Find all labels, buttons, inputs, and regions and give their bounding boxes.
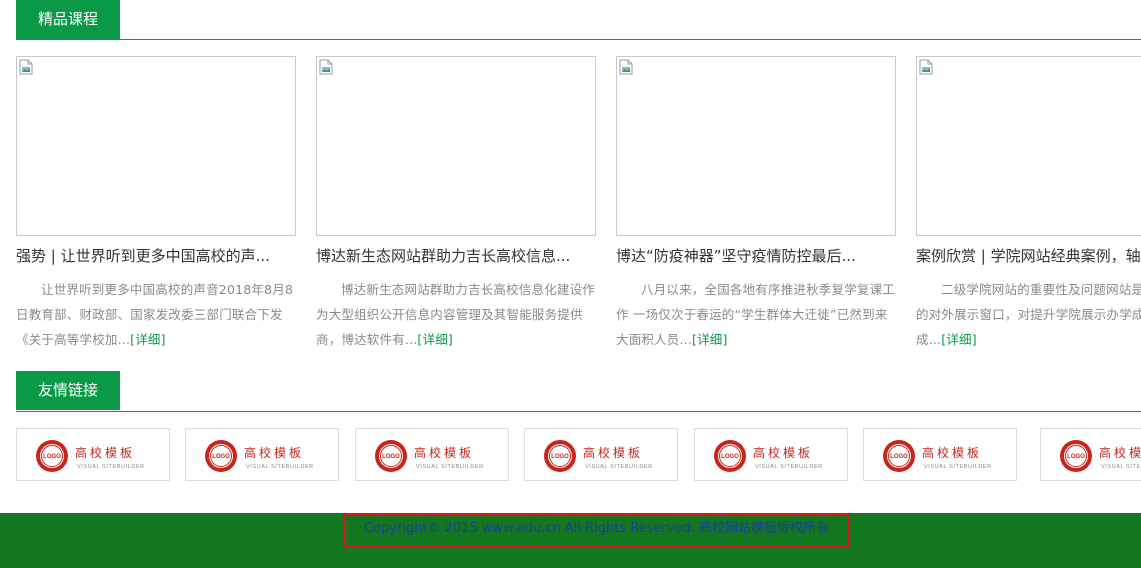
links-section-title: 友情链接 <box>16 371 120 410</box>
course-thumbnail[interactable] <box>916 56 1141 236</box>
partner-logo-link[interactable]: LOGO 高校模板 VISUAL SITEBUILDER <box>355 428 509 481</box>
course-title[interactable]: 博达“防疫神器”坚守疫情防控最后... <box>616 245 896 267</box>
footer-copyright: Copyright© 2015 www.edu.cn All Rights Re… <box>344 513 849 548</box>
logo-main-text: 高校模板 <box>244 445 304 460</box>
course-card[interactable]: 博达新生态网站群助力吉长高校信息... 博达新生态网站群助力吉长高校信息化建设作… <box>316 56 596 356</box>
logo-sub-text: VISUAL SITEBUILDER <box>416 464 484 470</box>
logo-seal-text: LOGO <box>551 454 569 460</box>
school-logo-image: LOGO 高校模板 VISUAL SITEBUILDER <box>36 440 145 472</box>
broken-image-icon <box>319 59 333 75</box>
logo-sub-text: VISUAL SITEBUILDER <box>924 464 992 470</box>
broken-image-icon <box>19 59 33 75</box>
course-thumbnail[interactable] <box>616 56 896 236</box>
course-desc: 二级学院网站的重要性及问题网站是学院重要的对外展示窗口，对提升学院展示办学成就和… <box>916 277 1141 352</box>
course-title[interactable]: 案例欣赏 | 学院网站经典案例，轴 <box>916 245 1141 267</box>
logo-main-text: 高校模板 <box>414 445 474 460</box>
logo-sub-text: VISUAL SITEBUILDER <box>77 464 145 470</box>
school-logo-image: LOGO 高校模板 VISUAL SITEBUILDER <box>1060 440 1141 472</box>
school-logo-image: LOGO 高校模板 VISUAL SITEBUILDER <box>883 440 992 472</box>
courses-section-header: 精品课程 <box>16 0 1141 40</box>
course-title[interactable]: 博达新生态网站群助力吉长高校信息... <box>316 245 596 267</box>
partner-logo-link[interactable]: LOGO 高校模板 VISUAL SITEBUILDER <box>524 428 678 481</box>
partner-logo-link[interactable]: LOGO 高校模板 VISUAL SITEBUILDER <box>694 428 848 481</box>
school-logo-image: LOGO 高校模板 VISUAL SITEBUILDER <box>544 440 653 472</box>
logo-sub-text: VISUAL SITEBUILDER <box>585 464 653 470</box>
course-title[interactable]: 强势 | 让世界听到更多中国高校的声... <box>16 245 296 267</box>
course-desc: 让世界听到更多中国高校的声音2018年8月8日教育部、财政部、国家发改委三部门联… <box>16 277 296 352</box>
school-logo-image: LOGO 高校模板 VISUAL SITEBUILDER <box>205 440 314 472</box>
course-card[interactable]: 强势 | 让世界听到更多中国高校的声... 让世界听到更多中国高校的声音2018… <box>16 56 296 356</box>
partner-logo-link[interactable]: LOGO 高校模板 VISUAL SITEBUILDER <box>185 428 339 481</box>
course-card[interactable]: 案例欣赏 | 学院网站经典案例，轴 二级学院网站的重要性及问题网站是学院重要的对… <box>916 56 1141 356</box>
broken-image-icon <box>919 59 933 75</box>
logo-seal-text: LOGO <box>382 454 400 460</box>
logo-sub-text: VISUAL SITEBUILDER <box>1101 464 1141 470</box>
logo-seal-text: LOGO <box>721 454 739 460</box>
logo-seal-text: LOGO <box>43 454 61 460</box>
school-logo-image: LOGO 高校模板 VISUAL SITEBUILDER <box>714 440 823 472</box>
copyright-text: Copyright© 2015 www.edu.cn All Rights Re… <box>363 521 829 536</box>
course-desc: 八月以来，全国各地有序推进秋季复学复课工作 一场仅次于春运的“学生群体大迁徙”已… <box>616 277 896 352</box>
partner-logo-link[interactable]: LOGO 高校模板 VISUAL SITEBUILDER <box>863 428 1017 481</box>
logo-main-text: 高校模板 <box>583 445 643 460</box>
logo-seal-text: LOGO <box>1067 454 1085 460</box>
course-thumbnail[interactable] <box>316 56 596 236</box>
course-desc-text: 博达新生态网站群助力吉长高校信息化建设作为大型组织公开信息内容管理及其智能服务提… <box>316 282 596 347</box>
courses-section-title: 精品课程 <box>16 0 120 39</box>
broken-image-icon <box>619 59 633 75</box>
course-card[interactable]: 博达“防疫神器”坚守疫情防控最后... 八月以来，全国各地有序推进秋季复学复课工… <box>616 56 896 356</box>
partner-logo-link[interactable]: LOGO 高校模板 VISUAL SITEBUILDER <box>1040 428 1141 481</box>
logo-main-text: 高校模板 <box>1099 445 1141 460</box>
course-detail-link[interactable]: [详细] <box>130 332 166 347</box>
logo-seal-text: LOGO <box>890 454 908 460</box>
course-desc-text: 八月以来，全国各地有序推进秋季复学复课工作 一场仅次于春运的“学生群体大迁徙”已… <box>616 282 896 347</box>
course-thumbnail[interactable] <box>16 56 296 236</box>
links-section-header: 友情链接 <box>16 371 1141 412</box>
school-logo-image: LOGO 高校模板 VISUAL SITEBUILDER <box>375 440 484 472</box>
logo-main-text: 高校模板 <box>753 445 813 460</box>
logo-main-text: 高校模板 <box>922 445 982 460</box>
course-detail-link[interactable]: [详细] <box>692 332 728 347</box>
partner-logo-link[interactable]: LOGO 高校模板 VISUAL SITEBUILDER <box>16 428 170 481</box>
logo-sub-text: VISUAL SITEBUILDER <box>246 464 314 470</box>
logo-main-text: 高校模板 <box>75 445 135 460</box>
logo-seal-text: LOGO <box>212 454 230 460</box>
course-desc: 博达新生态网站群助力吉长高校信息化建设作为大型组织公开信息内容管理及其智能服务提… <box>316 277 596 352</box>
footer: Copyright© 2015 www.edu.cn All Rights Re… <box>0 513 1141 568</box>
course-detail-link[interactable]: [详细] <box>417 332 453 347</box>
course-detail-link[interactable]: [详细] <box>941 332 977 347</box>
logo-sub-text: VISUAL SITEBUILDER <box>755 464 823 470</box>
